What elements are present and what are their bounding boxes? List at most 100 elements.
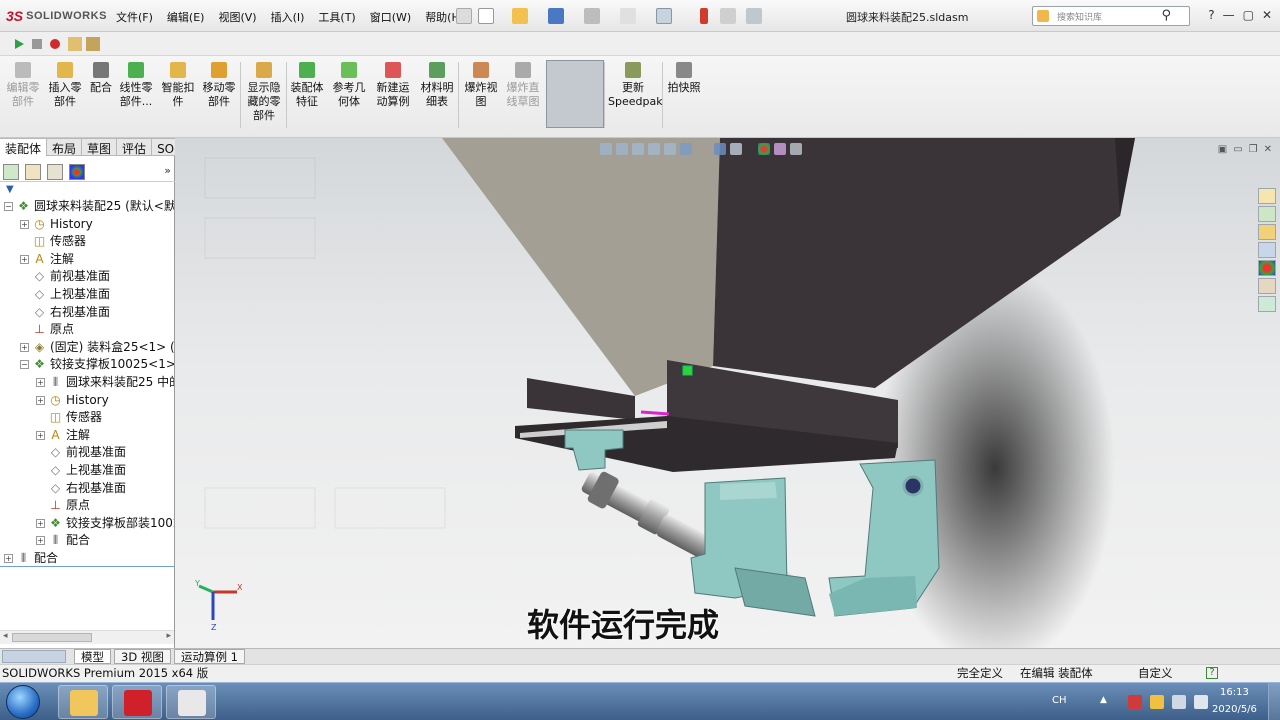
tree-item[interactable]: + ⫴ 配合 <box>0 550 174 568</box>
collapse-icon[interactable]: − <box>4 202 13 211</box>
tree-item[interactable]: + ❖ 铰接支撑板部装10025< <box>0 515 174 533</box>
view-settings-icon[interactable] <box>790 143 802 155</box>
clock-date[interactable]: 2020/5/6 <box>1212 704 1257 715</box>
expand-icon[interactable]: + <box>36 395 45 405</box>
tree-item[interactable]: ◇ 右视基准面 <box>0 304 174 322</box>
collapse-panel-icon[interactable]: » <box>164 164 171 177</box>
input-method[interactable]: CH <box>1052 695 1067 706</box>
previous-view-icon[interactable] <box>632 143 644 155</box>
expand-icon[interactable]: + <box>36 536 45 546</box>
command-button-15[interactable]: 拍快照 <box>664 62 704 95</box>
custom-properties-icon[interactable] <box>1258 278 1276 294</box>
menu-item-4[interactable]: 工具(T) <box>316 8 357 26</box>
property-manager-tab-icon[interactable] <box>25 164 41 180</box>
rebuild-icon[interactable] <box>700 8 708 24</box>
command-button-10[interactable]: 材料明 细表 <box>418 62 456 109</box>
view-orientation-icon[interactable] <box>680 143 692 155</box>
expand-icon[interactable]: + <box>20 254 29 264</box>
volume-icon[interactable] <box>1194 695 1208 709</box>
solidworks-forum-icon[interactable] <box>1258 296 1276 312</box>
command-button-8[interactable]: 参考几 何体 <box>330 62 368 109</box>
solidworks-logo[interactable]: 3S SOLIDWORKS <box>6 6 107 26</box>
design-library-icon[interactable] <box>1258 206 1276 222</box>
open-folder-icon[interactable] <box>512 8 528 24</box>
tree-item[interactable]: ⊥ 原点 <box>0 321 174 339</box>
command-button-0[interactable]: 编辑零 部件 <box>4 62 42 109</box>
save-icon[interactable] <box>548 8 564 24</box>
macro-edit-icon[interactable] <box>86 37 100 51</box>
expand-icon[interactable]: + <box>36 377 45 387</box>
bottom-tab-0[interactable]: 模型 <box>74 649 111 664</box>
selection-handle[interactable] <box>682 365 693 376</box>
tab-1[interactable]: 布局 <box>47 138 83 156</box>
tab-0[interactable]: 装配体 <box>0 138 48 156</box>
tab-2[interactable]: 草图 <box>82 138 118 156</box>
options-icon[interactable] <box>746 8 762 24</box>
command-button-4[interactable]: 智能扣件 <box>160 62 196 109</box>
tree-item[interactable]: + ◷ History <box>0 392 174 410</box>
minimize-icon[interactable]: — <box>1223 8 1235 22</box>
tree-item[interactable]: + A 注解 <box>0 251 174 269</box>
help-menu-icon[interactable]: ? <box>1208 8 1214 22</box>
bottom-tab-2[interactable]: 运动算例 1 <box>174 649 245 664</box>
viewport-close-icon[interactable]: ✕ <box>1264 144 1272 155</box>
start-button[interactable] <box>6 685 40 719</box>
show-desktop-button[interactable] <box>1268 683 1280 720</box>
play-icon[interactable] <box>12 37 26 51</box>
command-button-12[interactable]: 爆炸直 线草图 <box>504 62 542 109</box>
select-arrow-icon[interactable] <box>656 8 672 24</box>
command-button-5[interactable]: 移动零 部件 <box>200 62 238 109</box>
command-button-7[interactable]: 装配体 特征 <box>288 62 326 109</box>
hide-show-icon[interactable] <box>730 143 742 155</box>
horizontal-scrollbar[interactable]: ◂ ▸ <box>0 630 174 644</box>
expand-icon[interactable]: + <box>20 342 29 352</box>
tray-left-wall[interactable] <box>527 378 635 420</box>
view-palette-icon[interactable] <box>1258 242 1276 258</box>
tree-item[interactable]: ◇ 右视基准面 <box>0 480 174 498</box>
appearance-icon[interactable] <box>758 143 770 155</box>
scene-icon[interactable] <box>774 143 786 155</box>
tree-item[interactable]: + A 注解 <box>0 427 174 445</box>
command-button-1[interactable]: 插入零 部件 <box>46 62 84 109</box>
configuration-tab-icon[interactable] <box>47 164 63 180</box>
menu-item-1[interactable]: 编辑(E) <box>165 8 207 26</box>
tree-item[interactable]: ⊥ 原点 <box>0 497 174 515</box>
network-icon[interactable] <box>1172 695 1186 709</box>
macro-new-icon[interactable] <box>68 37 82 51</box>
display-style-icon[interactable] <box>714 143 726 155</box>
menu-item-5[interactable]: 窗口(W) <box>368 8 413 26</box>
filter-icon[interactable]: ▼ <box>6 184 14 195</box>
taskbar-explorer[interactable] <box>58 685 108 719</box>
units-selector[interactable]: 自定义 <box>1138 665 1173 682</box>
print-icon[interactable] <box>584 8 600 24</box>
tree-item[interactable]: + ◷ History <box>0 216 174 234</box>
menu-item-0[interactable]: 文件(F) <box>114 8 155 26</box>
section-view-icon[interactable] <box>648 143 660 155</box>
collapse-icon[interactable]: − <box>20 360 29 370</box>
viewport-minimize-icon[interactable]: ▭ <box>1233 144 1242 155</box>
scroll-right-icon[interactable]: ▸ <box>166 631 171 641</box>
tree-item[interactable]: ◫ 传感器 <box>0 233 174 251</box>
cylinder-mount-plate[interactable] <box>734 567 816 617</box>
expand-icon[interactable]: + <box>36 430 45 440</box>
taskbar-solidworks[interactable] <box>112 685 162 719</box>
tree-item[interactable]: ◇ 前视基准面 <box>0 268 174 286</box>
tree-item[interactable]: + ⫴ 配合 <box>0 532 174 550</box>
menu-item-3[interactable]: 插入(I) <box>269 8 307 26</box>
command-button-9[interactable]: 新建运 动算例 <box>374 62 412 109</box>
hopper-light-face[interactable] <box>442 138 720 396</box>
display-manager-tab-icon[interactable] <box>69 164 85 180</box>
tree-item[interactable]: + ⫴ 圆球来料装配25 中的配 <box>0 374 174 392</box>
scrollbar-thumb[interactable] <box>12 633 92 642</box>
tree-item[interactable]: −❖ 铰接支撑板10025<1> (默 <box>0 356 174 374</box>
solidworks-resources-icon[interactable] <box>1258 188 1276 204</box>
command-button-11[interactable]: 爆炸视图 <box>462 62 500 109</box>
tray-app-icon[interactable] <box>1128 695 1142 709</box>
stop-icon[interactable] <box>32 39 42 49</box>
help-icon[interactable]: ? <box>1206 667 1218 679</box>
search-input[interactable]: 搜索知识库 ⚲ <box>1032 6 1190 26</box>
tab-3[interactable]: 评估 <box>117 138 153 156</box>
taskbar-app[interactable] <box>166 685 216 719</box>
action-center-icon[interactable] <box>1150 695 1164 709</box>
new-document-icon[interactable] <box>478 8 494 24</box>
